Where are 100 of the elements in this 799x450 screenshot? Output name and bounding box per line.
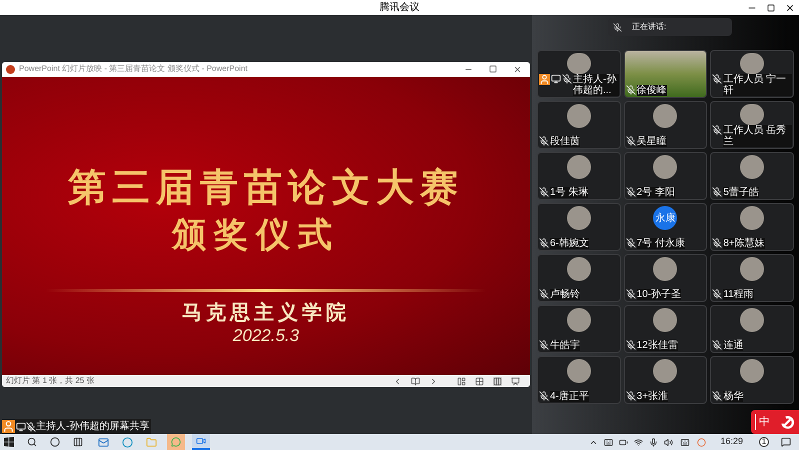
close-icon[interactable] [513, 64, 522, 74]
avatar-placeholder [653, 257, 678, 281]
participant-name: 吴星瞳 [636, 136, 667, 147]
participant-name: 4-唐正平 [550, 391, 589, 402]
participant-tile[interactable]: 6-韩婉文 [537, 203, 621, 251]
participant-tile[interactable]: 永康 7号 付永康 [624, 203, 708, 251]
avatar-placeholder [566, 257, 591, 281]
keyboard-icon[interactable] [679, 438, 692, 446]
host-icon [2, 420, 15, 433]
mic-muted-icon [562, 74, 572, 84]
participant-tile[interactable]: 11程雨 [710, 254, 794, 302]
mic-muted-icon [712, 238, 722, 248]
grid-view-icon[interactable] [475, 376, 484, 386]
participant-name: 工作人员 岳秀兰 [723, 125, 792, 147]
participant-tile[interactable]: 4-唐正平 [537, 356, 621, 404]
chat-bubble-icon [171, 437, 181, 447]
slide-counter: 幻灯片 第 1 张，共 25 张 [6, 375, 96, 387]
participant-tile[interactable]: 主持人-孙伟超的... [537, 50, 621, 98]
participant-name: 8+陈慧妹 [723, 238, 765, 249]
mic-muted-icon [712, 340, 722, 350]
participant-tile[interactable]: 杨华 [710, 356, 794, 404]
participant-name: 牛皓宇 [550, 340, 580, 351]
volume-icon[interactable] [664, 438, 674, 446]
avatar-placeholder [566, 155, 591, 179]
avatar: 永康 [653, 206, 678, 230]
action-center-icon[interactable] [781, 437, 791, 447]
participant-name: 1号 朱琳 [550, 187, 588, 198]
previous-icon[interactable] [393, 376, 402, 386]
participant-name: 工作人员 宁一轩 [723, 74, 792, 96]
mic-muted-icon [712, 74, 722, 84]
camera-icon [196, 436, 206, 446]
participant-name: 段佳茵 [550, 136, 580, 147]
next-icon[interactable] [429, 376, 438, 386]
reading-view-icon[interactable] [493, 376, 502, 386]
maximize-icon[interactable] [767, 4, 775, 12]
participant-tile[interactable]: 10-孙子圣 [624, 254, 708, 302]
slideshow-icon[interactable] [511, 376, 520, 386]
microphone-icon[interactable] [649, 438, 658, 446]
avatar-placeholder [653, 359, 678, 383]
avatar-placeholder [740, 155, 764, 179]
avatar-placeholder [566, 359, 591, 383]
participant-tile[interactable]: 牛皓宇 [537, 305, 621, 353]
mic-muted-icon [712, 187, 722, 197]
mic-muted-icon [539, 289, 549, 299]
avatar-placeholder [740, 104, 764, 125]
share-label: 主持人-孙伟超的屏幕共享 [36, 420, 150, 434]
mic-muted-icon [26, 422, 36, 432]
avatar-placeholder [653, 155, 678, 179]
mic-muted-icon [626, 85, 636, 95]
search-icon[interactable] [27, 437, 37, 447]
participant-tile[interactable]: 5蕾子皓 [710, 152, 794, 200]
mic-muted-icon [626, 289, 636, 299]
mail-icon[interactable] [98, 436, 109, 448]
slide-subheading: 颁奖仪式 [172, 214, 340, 255]
avatar-placeholder [740, 308, 764, 332]
participant-tile[interactable]: 卢畅铃 [537, 254, 621, 302]
participant-name: 2号 李阳 [636, 187, 675, 198]
participant-tile[interactable]: 连通 [710, 305, 794, 353]
mic-muted-icon [539, 136, 549, 146]
powerpoint-logo-icon [6, 64, 15, 74]
wifi-icon[interactable] [634, 438, 644, 446]
participant-name: 连通 [723, 340, 744, 351]
screen-share-icon [551, 74, 561, 84]
mic-muted-icon [626, 391, 636, 401]
mic-muted-icon [613, 22, 622, 32]
participant-tile[interactable]: 8+陈慧妹 [710, 203, 794, 251]
participant-tile[interactable]: 段佳茵 [537, 101, 621, 149]
participant-tile[interactable]: 工作人员 岳秀兰 [710, 101, 794, 149]
avatar-placeholder [653, 104, 678, 128]
participant-tile[interactable]: 2号 李阳 [624, 152, 708, 200]
participant-name: 11程雨 [723, 289, 754, 300]
participant-tile[interactable]: 徐俊峰 [624, 50, 708, 98]
participant-tile[interactable]: 1号 朱琳 [537, 152, 621, 200]
badge-text: 中 [755, 414, 770, 430]
participant-tile[interactable]: 吴星瞳 [624, 101, 708, 149]
window-title: 腾讯会议 [380, 0, 420, 15]
participant-name: 主持人-孙伟超的... [573, 74, 619, 96]
close-icon[interactable] [785, 2, 795, 12]
avatar-placeholder [740, 257, 764, 281]
participant-tile[interactable]: 12张佳雷 [624, 305, 708, 353]
notes-icon[interactable] [411, 376, 420, 386]
normal-view-icon[interactable] [457, 376, 466, 386]
avatar-placeholder [740, 359, 764, 383]
participant-tile[interactable]: 工作人员 宁一轩 [710, 50, 794, 98]
mic-muted-icon [539, 391, 549, 401]
task-view-icon[interactable] [73, 437, 83, 447]
notification-count[interactable]: 1 [759, 437, 769, 447]
participant-name: 12张佳雷 [636, 340, 678, 351]
floating-badge[interactable]: 中 [751, 410, 799, 434]
battery-icon[interactable] [619, 438, 628, 446]
tray-app-icon[interactable] [604, 438, 614, 446]
participant-name: 杨华 [723, 391, 744, 402]
windows-start-icon[interactable] [4, 437, 14, 447]
clock: 16:29 [720, 435, 743, 448]
meeting-app-button[interactable] [192, 434, 210, 450]
mic-muted-icon [712, 391, 722, 401]
slide-heading: 第三届青苗论文大赛 [68, 164, 464, 209]
mic-muted-icon [712, 125, 722, 135]
avatar-placeholder [566, 53, 591, 74]
participant-tile[interactable]: 3+张淮 [624, 356, 708, 404]
